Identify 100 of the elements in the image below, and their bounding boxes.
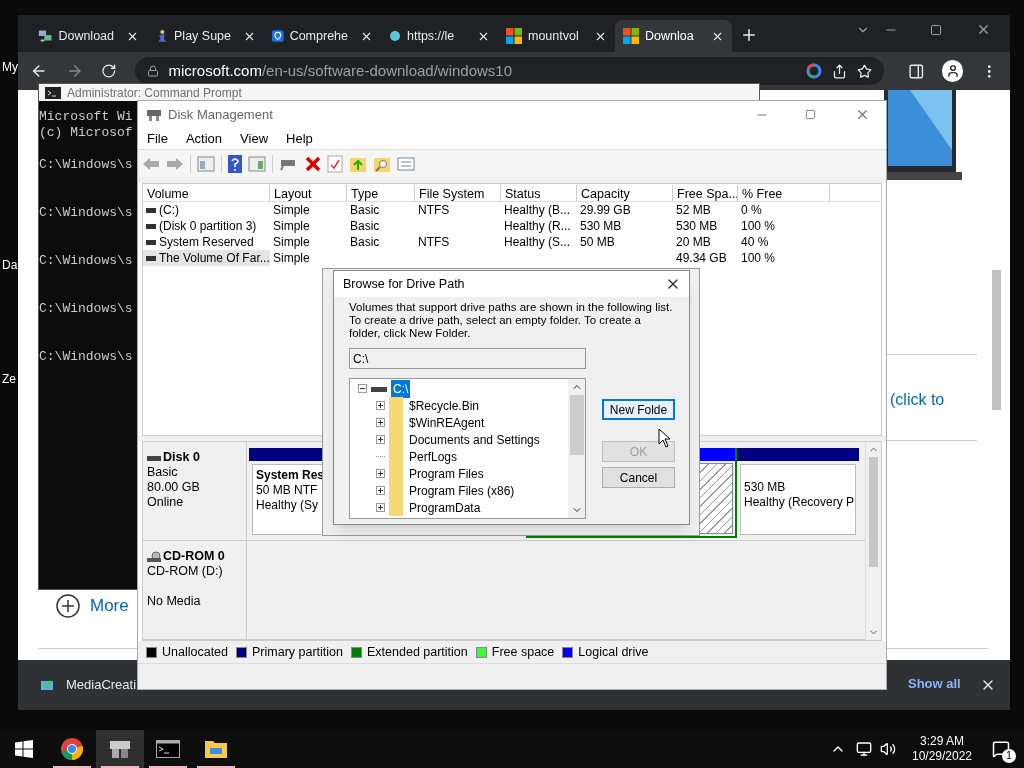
browser-tab[interactable]: mountvol <box>498 20 615 52</box>
terminal-prompt: C:\Windows\s <box>39 205 133 221</box>
clock[interactable]: 3:29 AM 10/29/2022 <box>906 734 978 764</box>
address-bar[interactable]: microsoft.com/en-us/software-download/windows10 <box>134 57 884 85</box>
disk-info: 80.00 GB <box>147 480 201 495</box>
table-cell-text: 100 % <box>740 218 777 234</box>
table-cell-text: 40 % <box>740 234 770 250</box>
table-cell[interactable]: The Volume Of Far... <box>143 250 270 266</box>
window-title: Administrator: Command Prompt <box>67 84 242 102</box>
desktop-icon-label[interactable]: My <box>2 58 18 76</box>
show-all-button[interactable]: Show all <box>898 669 971 699</box>
table-cell[interactable]: (Disk 0 partition 3) <box>143 218 270 234</box>
partition-info: 50 MB NTF <box>256 483 318 498</box>
partition-info: 530 MB <box>744 480 786 495</box>
table-cell-text: 20 MB <box>675 234 712 250</box>
menu-item[interactable]: Help <box>286 128 313 149</box>
column-header[interactable]: Type <box>347 185 415 201</box>
table-cell-text: Basic <box>349 234 381 250</box>
terminal-prompt: C:\Windows\s <box>39 349 133 365</box>
table-cell-text: 52 MB <box>675 202 712 218</box>
tree-item[interactable]: C:\ <box>391 379 411 398</box>
desktop-icon-label[interactable]: Da <box>2 256 18 274</box>
learn-link[interactable]: (click to <box>890 388 945 412</box>
table-cell-text: 0 % <box>740 202 763 218</box>
tab-title: Comprehe <box>289 27 348 45</box>
disk-info: CD-ROM (D:) <box>147 564 224 579</box>
browser-tab[interactable]: Downloa <box>615 20 732 52</box>
column-header[interactable]: Volume <box>143 185 270 201</box>
table-cell-text: Healthy (R... <box>503 218 572 234</box>
menu-item[interactable]: File <box>147 128 168 149</box>
table-cell-text: 29.99 GB <box>579 202 632 218</box>
table-cell-text: Simple <box>272 234 311 250</box>
notification-count: 1 <box>1002 749 1016 763</box>
column-header[interactable]: Capacity <box>577 185 673 201</box>
legend-label: Unallocated <box>162 643 228 661</box>
tree-item[interactable]: Program Files <box>407 464 486 483</box>
terminal-line: (c) Microsof <box>39 125 133 141</box>
terminal-prompt: C:\Windows\s <box>39 301 133 317</box>
date-text: 10/29/2022 <box>911 749 973 764</box>
table-cell[interactable]: (C:) <box>143 202 270 218</box>
tab-title: Downloa <box>645 27 694 45</box>
tree-item[interactable]: Documents and Settings <box>407 430 542 449</box>
partition-info: Healthy (Sy <box>256 498 319 513</box>
more-link[interactable]: More <box>56 593 129 619</box>
download-file-name: MediaCreati <box>66 676 137 695</box>
time-text: 3:29 AM <box>920 734 964 749</box>
menu-item[interactable]: View <box>240 128 269 149</box>
table-cell-text: 530 MB <box>675 218 719 234</box>
tab-title: mountvol <box>528 27 579 45</box>
window-title: Disk Management <box>168 105 274 124</box>
dialog-title: Browse for Drive Path <box>343 275 466 293</box>
table-cell-text: Basic <box>349 202 381 218</box>
disk-info: Online <box>147 495 185 510</box>
path-field[interactable]: C:\ <box>349 348 586 369</box>
tree-item[interactable]: $Recycle.Bin <box>407 396 482 415</box>
url-text: microsoft.com/en-us/software-download/windows10 <box>168 60 514 81</box>
tab-title: Download <box>58 27 114 45</box>
table-cell-text: Basic <box>349 218 381 234</box>
partition-info: Healthy (Recovery P <box>744 495 855 510</box>
table-cell-text: 50 MB <box>579 234 616 250</box>
column-header[interactable]: Status <box>501 185 577 201</box>
column-header[interactable]: Free Spa... <box>673 185 738 201</box>
table-cell-text: Healthy (B... <box>503 202 572 218</box>
tree-item[interactable]: PerfLogs <box>407 447 460 466</box>
table-cell-text: Simple <box>272 218 311 234</box>
tree-item[interactable]: $WinREAgent <box>407 413 487 432</box>
legend-label: Extended partition <box>367 643 468 661</box>
browser-tab[interactable]: Download <box>30 20 147 52</box>
tab-title: Play Supe <box>174 27 231 45</box>
browser-tab[interactable]: https://le <box>381 20 498 52</box>
disk-info: No Media <box>147 594 202 609</box>
desktop-icon-label[interactable]: Ze <box>2 370 16 388</box>
column-header[interactable]: Layout <box>270 185 347 201</box>
tree-item[interactable]: ProgramData <box>407 498 483 517</box>
table-cell-text: NTFS <box>417 202 451 218</box>
legend-label: Free space <box>491 643 555 661</box>
table-cell-text: 530 MB <box>579 218 623 234</box>
disk-name: Disk 0 <box>147 450 242 465</box>
dialog-button[interactable]: New Folde <box>602 399 675 420</box>
table-cell[interactable]: System Reserved <box>143 234 270 250</box>
browser-tab[interactable]: Comprehe <box>264 20 381 52</box>
browser-tab[interactable]: Play Supe <box>147 20 264 52</box>
notification-button[interactable]: 1 <box>978 730 1024 768</box>
table-cell-text: 49.34 GB <box>675 250 728 266</box>
column-header[interactable]: File System <box>415 185 501 201</box>
legend-label: Logical drive <box>578 643 649 661</box>
table-cell-text: Simple <box>272 202 311 218</box>
terminal-line: Microsoft Wi <box>39 109 133 125</box>
dialog-button[interactable]: Cancel <box>602 467 675 488</box>
disk-info: Basic <box>147 465 179 480</box>
menu-item[interactable]: Action <box>185 128 223 149</box>
table-cell-text: 100 % <box>740 250 777 266</box>
table-cell-text: Healthy (S... <box>503 234 572 250</box>
tab-title: https://le <box>407 27 455 45</box>
legend-label: Primary partition <box>252 643 343 661</box>
tree-item[interactable]: Program Files (x86) <box>407 481 517 500</box>
table-cell-text: Simple <box>272 250 311 266</box>
table-cell-text: NTFS <box>417 234 451 250</box>
terminal-prompt: C:\Windows\s <box>39 253 133 269</box>
column-header[interactable]: % Free <box>738 185 830 201</box>
